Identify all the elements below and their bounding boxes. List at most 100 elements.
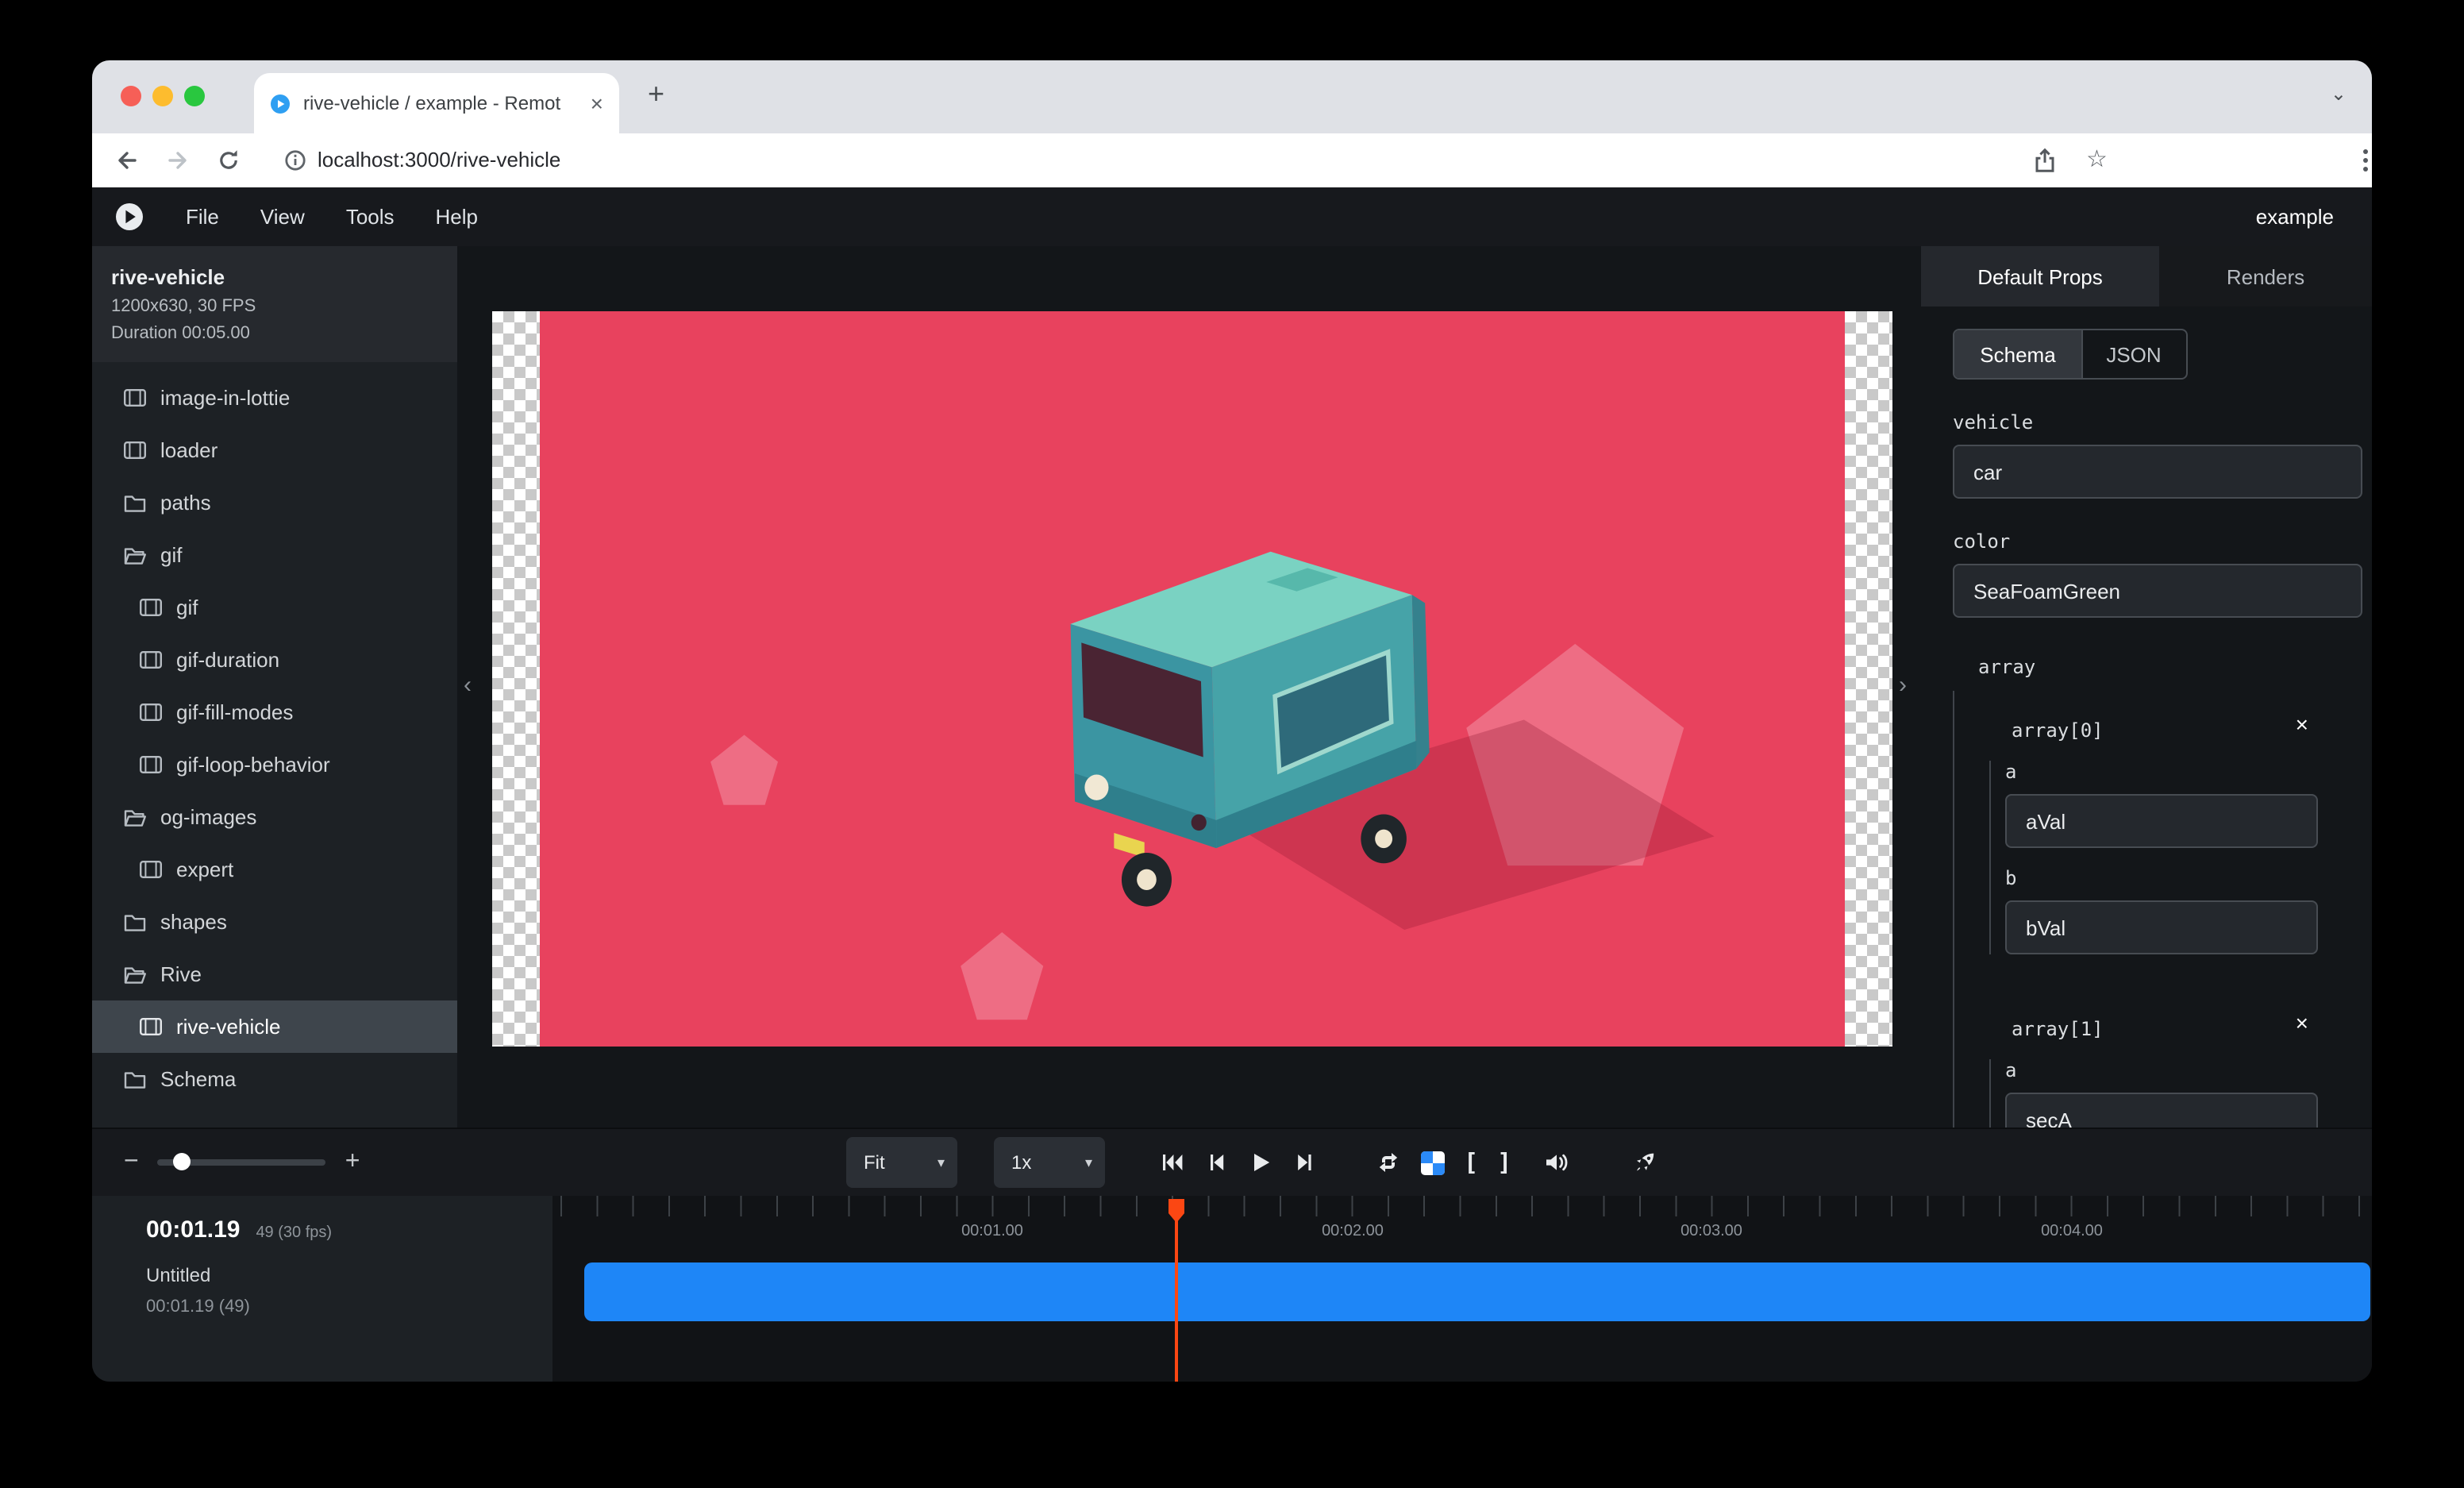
jump-to-start-button[interactable] [1159, 1150, 1184, 1175]
sidebar-item-rive-folder[interactable]: Rive [92, 948, 457, 1000]
playback-control-bar: − + Fit ▾ 1x ▾ [92, 1128, 2372, 1196]
current-time: 00:01.19 [146, 1216, 240, 1243]
tab-close-icon[interactable]: × [591, 92, 603, 114]
menu-view[interactable]: View [260, 205, 305, 229]
url-field[interactable]: localhost:3000/rive-vehicle [318, 133, 560, 187]
tab-renders[interactable]: Renders [2159, 246, 2372, 306]
zoom-slider[interactable] [158, 1159, 326, 1166]
a-label: a [2005, 1059, 2318, 1081]
item-label: rive-vehicle [176, 1015, 281, 1039]
array-item-1: array[1] × a b [1980, 989, 2362, 1128]
playhead[interactable] [1175, 1202, 1178, 1382]
vehicle-input[interactable] [1953, 445, 2362, 499]
sidebar-item-loader[interactable]: loader [92, 424, 457, 476]
screen: rive-vehicle / example - Remot × + ⌄ loc… [0, 0, 2464, 1488]
preview-canvas[interactable] [492, 311, 1892, 1047]
traffic-lights [121, 86, 205, 106]
folder-open-icon [124, 808, 146, 827]
item-label: Schema [160, 1067, 236, 1091]
array-item-0: array[0] × a b [1980, 691, 2362, 954]
sidebar-item-rive-vehicle[interactable]: rive-vehicle [92, 1000, 457, 1053]
browser-tab[interactable]: rive-vehicle / example - Remot × [254, 73, 619, 133]
sidebar-item-shapes[interactable]: shapes [92, 896, 457, 948]
address-bar: localhost:3000/rive-vehicle ☆ [92, 133, 2372, 187]
project-name: example [2256, 205, 2334, 229]
render-rocket-icon[interactable] [1630, 1149, 1657, 1176]
transparency-checker-right [1845, 311, 1892, 1047]
minimize-window-button[interactable] [152, 86, 173, 106]
array1-a-input[interactable] [2005, 1093, 2318, 1128]
array0-a-input[interactable] [2005, 794, 2318, 848]
folder-open-icon [124, 965, 146, 984]
play-button[interactable] [1248, 1150, 1273, 1175]
back-icon[interactable] [114, 148, 140, 173]
tab-default-props[interactable]: Default Props [1921, 246, 2159, 306]
speed-dropdown-value: 1x [1011, 1151, 1031, 1174]
zoom-out-button[interactable]: − [124, 1150, 139, 1175]
ruler-label: 00:02.00 [1322, 1223, 1384, 1240]
composition-resolution: 1200x630, 30 FPS [111, 297, 438, 316]
next-frame-button[interactable] [1292, 1150, 1318, 1175]
array0-b-input[interactable] [2005, 900, 2318, 954]
transparency-toggle-icon[interactable] [1421, 1151, 1445, 1174]
zoom-in-button[interactable]: + [345, 1150, 360, 1175]
tab-overflow-icon[interactable]: ⌄ [2331, 83, 2347, 105]
array-item-0-label: array[0] [2012, 719, 2104, 742]
sidebar-item-expert[interactable]: expert [92, 843, 457, 896]
new-tab-button[interactable]: + [648, 78, 664, 111]
toggle-json[interactable]: JSON [2081, 330, 2185, 378]
speed-dropdown[interactable]: 1x ▾ [994, 1137, 1105, 1188]
volume-icon[interactable] [1543, 1150, 1570, 1175]
site-info-icon[interactable] [283, 148, 308, 173]
app-logo-icon[interactable] [114, 202, 144, 232]
film-icon [140, 1018, 162, 1035]
forward-icon[interactable] [165, 148, 191, 173]
fullscreen-window-button[interactable] [184, 86, 205, 106]
out-point-button[interactable]: ] [1497, 1148, 1511, 1177]
tab-title: rive-vehicle / example - Remot [303, 92, 576, 114]
sidebar-item-gif[interactable]: gif [92, 581, 457, 634]
menu-help[interactable]: Help [436, 205, 479, 229]
track-name[interactable]: Untitled [146, 1264, 552, 1286]
close-window-button[interactable] [121, 86, 141, 106]
share-icon[interactable] [2032, 148, 2058, 173]
browser-menu-icon[interactable] [2353, 146, 2372, 172]
in-point-button[interactable]: [ [1464, 1148, 1478, 1177]
menu-file[interactable]: File [186, 205, 219, 229]
loop-toggle-icon[interactable] [1375, 1150, 1402, 1175]
remove-array-item-icon[interactable]: × [2296, 1012, 2308, 1034]
item-label: gif [176, 596, 198, 619]
menu-tools[interactable]: Tools [346, 205, 395, 229]
toggle-schema[interactable]: Schema [1954, 330, 2081, 378]
props-panel-tabs: Default Props Renders [1921, 246, 2372, 306]
previous-frame-button[interactable] [1203, 1150, 1229, 1175]
sidebar-item-gif-loop-behavior[interactable]: gif-loop-behavior [92, 738, 457, 791]
sidebar-item-image-in-lottie[interactable]: image-in-lottie [92, 372, 457, 424]
collapse-panel-icon[interactable]: › [1899, 672, 1907, 699]
item-label: loader [160, 438, 218, 462]
sidebar-item-paths[interactable]: paths [92, 476, 457, 529]
color-input[interactable] [1953, 564, 2362, 618]
fit-dropdown[interactable]: Fit ▾ [846, 1137, 957, 1188]
zoom-slider-knob[interactable] [174, 1153, 191, 1170]
sidebar-item-schema[interactable]: Schema [92, 1053, 457, 1105]
sidebar-item-gif-fill-modes[interactable]: gif-fill-modes [92, 686, 457, 738]
sidebar-item-gif-duration[interactable]: gif-duration [92, 634, 457, 686]
bookmark-star-icon[interactable]: ☆ [2086, 133, 2108, 186]
timeline-ruler[interactable] [552, 1196, 2372, 1216]
remove-array-item-icon[interactable]: × [2296, 713, 2308, 735]
sidebar-item-gif-folder[interactable]: gif [92, 529, 457, 581]
item-label: gif-fill-modes [176, 700, 293, 724]
app-menu-bar: File View Tools Help example [92, 187, 2372, 246]
reload-icon[interactable] [216, 148, 241, 173]
playhead-handle[interactable] [1168, 1199, 1184, 1223]
timeline-track-area[interactable]: 00:01.00 00:02.00 00:03.00 00:04.00 [552, 1196, 2372, 1382]
timeline-track-bar[interactable] [584, 1262, 2370, 1321]
film-icon [140, 861, 162, 878]
track-time: 00:01.19 (49) [146, 1297, 552, 1316]
sidebar-item-og-images[interactable]: og-images [92, 791, 457, 843]
composition-list: image-in-lottie loader paths gif [92, 372, 457, 1105]
props-panel: Default Props Renders Schema JSON vehicl… [1921, 246, 2372, 1128]
composition-title: rive-vehicle [111, 265, 438, 289]
collapse-sidebar-icon[interactable]: ‹ [464, 672, 472, 699]
